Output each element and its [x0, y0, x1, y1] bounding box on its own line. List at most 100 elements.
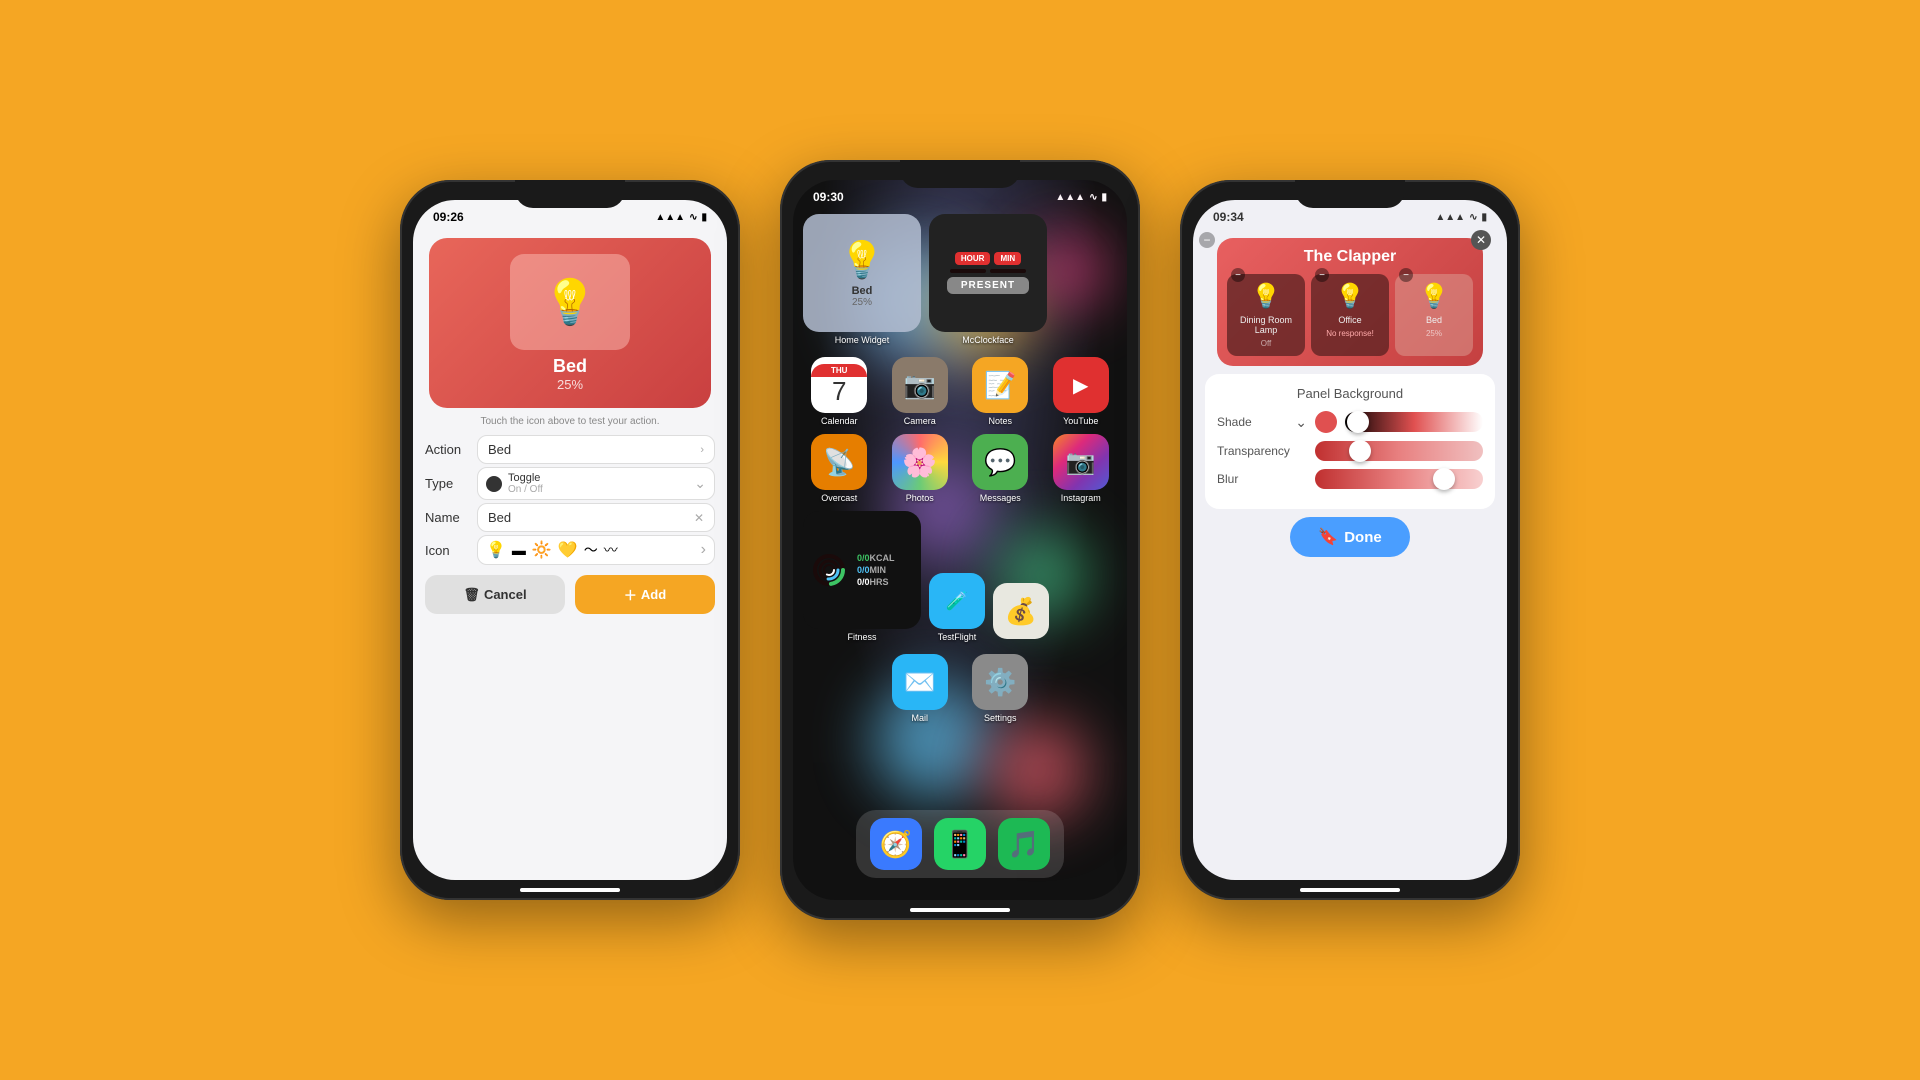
shade-label: Shade	[1217, 415, 1291, 429]
camera-icon: 📷	[904, 370, 936, 401]
safari-dock-icon[interactable]: 🧭	[870, 818, 922, 870]
touch-hint: Touch the icon above to test your action…	[413, 416, 727, 427]
action-input[interactable]: Bed ›	[477, 435, 715, 464]
clapper-wrapper: − ✕ The Clapper − 💡 Dining Room Lamp Off	[1205, 238, 1495, 366]
light-inner-card: 💡	[510, 254, 630, 350]
phone-3-screen: 09:34 ▲▲▲ ∿ ▮ − ✕ The Clapper −	[1193, 200, 1507, 880]
notes-app-label: Notes	[988, 416, 1012, 426]
clapper-lights-row: − 💡 Dining Room Lamp Off − 💡 Office No r…	[1227, 274, 1473, 356]
transparency-slider-thumb[interactable]	[1349, 440, 1371, 462]
wifi-icon-2: ∿	[1089, 192, 1097, 203]
bed-percent: 25%	[557, 377, 583, 392]
type-input[interactable]: Toggle On / Off ⌄	[477, 467, 715, 500]
home-indicator-2	[910, 908, 1010, 912]
shade-slider-thumb[interactable]	[1347, 411, 1369, 433]
calendar-day-num: 7	[832, 377, 846, 406]
notes-icon-box: 📝	[972, 357, 1028, 413]
calendar-icon-box: THU 7	[811, 357, 867, 413]
whatsapp-dock-icon[interactable]: 📱	[934, 818, 986, 870]
instagram-icon: 📷	[1066, 448, 1096, 477]
whatsapp-icon: 📱	[944, 829, 976, 860]
battery-icon-1: ▮	[701, 212, 707, 223]
cancel-button[interactable]: 🗑 Cancel	[425, 575, 565, 614]
icon-selector[interactable]: 💡 ▬ 🔆 💛 〜 〰 ›	[477, 535, 715, 565]
fitness-widget[interactable]: 0/0KCAL 0/0MIN 0/0HRS	[803, 511, 921, 629]
bed-widget-label: Home Widget	[835, 335, 890, 345]
instagram-icon-box: 📷	[1053, 434, 1109, 490]
icon-opt-dim[interactable]: 〜	[584, 540, 598, 560]
money-icon-box: 💰	[993, 583, 1049, 639]
app-overcast[interactable]: 📡 Overcast	[803, 434, 876, 503]
panel-close-button[interactable]: ✕	[1471, 230, 1491, 250]
messages-app-label: Messages	[980, 493, 1021, 503]
dock-bar: 🧭 📱 🎵	[856, 810, 1064, 878]
mail-icon: ✉️	[904, 667, 936, 698]
bed-home-widget[interactable]: 💡 Bed 25%	[803, 214, 921, 332]
time-3: 09:34	[1213, 210, 1244, 224]
shade-chevron-icon[interactable]: ⌄	[1295, 414, 1307, 431]
office-light[interactable]: − 💡 Office No response!	[1311, 274, 1389, 356]
fitness-stats: 0/0KCAL 0/0MIN 0/0HRS	[857, 551, 911, 589]
home-indicator-3	[1300, 888, 1400, 892]
fitness-widget-container[interactable]: 0/0KCAL 0/0MIN 0/0HRS Fitness	[803, 511, 921, 642]
done-button[interactable]: 🔖 Done	[1290, 517, 1409, 557]
blur-slider-track[interactable]	[1315, 469, 1483, 489]
name-clear-icon[interactable]: ✕	[694, 511, 704, 525]
transparency-slider-track[interactable]	[1315, 441, 1483, 461]
app-testflight[interactable]: 🧪 TestFlight	[929, 573, 985, 642]
shade-slider-track[interactable]	[1345, 412, 1483, 432]
app-mail[interactable]: ✉️ Mail	[884, 654, 957, 723]
outer-minus-button[interactable]: −	[1199, 232, 1215, 248]
type-label: Type	[425, 476, 469, 491]
icon-opt-bulb[interactable]: 💡	[486, 540, 506, 560]
camera-icon-box: 📷	[892, 357, 948, 413]
app-youtube[interactable]: ▶ YouTube	[1045, 357, 1118, 426]
bed-bulb-icon: 💡	[1419, 282, 1449, 311]
bg-panel: Panel Background Shade ⌄ Transparency	[1205, 374, 1495, 509]
dining-minus-button[interactable]: −	[1231, 268, 1245, 282]
photos-icon-box: 🌸	[892, 434, 948, 490]
dining-room-light[interactable]: − 💡 Dining Room Lamp Off	[1227, 274, 1305, 356]
bed-widget-container[interactable]: 💡 Bed 25% Home Widget	[803, 214, 921, 345]
light-widget-card[interactable]: 💡 Bed 25%	[429, 238, 711, 408]
clock-widget[interactable]: HOUR MIN PRESENT	[929, 214, 1047, 332]
clock-min	[990, 269, 1026, 273]
testflight-icon-box: 🧪	[929, 573, 985, 629]
mail-icon-box: ✉️	[892, 654, 948, 710]
app-settings[interactable]: ⚙️ Settings	[964, 654, 1037, 723]
name-row: Name Bed ✕	[425, 503, 715, 532]
shade-color-dot[interactable]	[1315, 411, 1337, 433]
app-money[interactable]: 💰	[993, 583, 1049, 642]
toggle-circle-icon	[486, 476, 502, 492]
settings-icon: ⚙️	[984, 667, 1016, 698]
photos-icon: 🌸	[902, 446, 937, 479]
icon-opt-strip[interactable]: ▬	[512, 542, 526, 558]
icon-opt-outline[interactable]: 🔆	[532, 540, 552, 560]
phone-3-notch	[1295, 180, 1405, 208]
bed-light[interactable]: − 💡 Bed 25%	[1395, 274, 1473, 356]
widget-row: 💡 Bed 25% Home Widget HOUR MIN	[793, 210, 1127, 349]
app-calendar[interactable]: THU 7 Calendar	[803, 357, 876, 426]
bed-minus-button[interactable]: −	[1399, 268, 1413, 282]
transparency-label: Transparency	[1217, 444, 1307, 458]
app-notes[interactable]: 📝 Notes	[964, 357, 1037, 426]
icon-opt-filled[interactable]: 💛	[558, 540, 578, 560]
app-photos[interactable]: 🌸 Photos	[884, 434, 957, 503]
status-icons-3: ▲▲▲ ∿ ▮	[1435, 212, 1487, 223]
photos-app-label: Photos	[906, 493, 934, 503]
testflight-app-label: TestFlight	[938, 632, 977, 642]
dining-room-name: Dining Room Lamp	[1231, 315, 1301, 335]
blur-slider-thumb[interactable]	[1433, 468, 1455, 490]
app-camera[interactable]: 📷 Camera	[884, 357, 957, 426]
app-messages[interactable]: 💬 Messages	[964, 434, 1037, 503]
clock-widget-container[interactable]: HOUR MIN PRESENT McClockface	[929, 214, 1047, 345]
mail-app-label: Mail	[911, 713, 928, 723]
bed-label: Bed	[553, 356, 587, 377]
name-input[interactable]: Bed ✕	[477, 503, 715, 532]
office-minus-button[interactable]: −	[1315, 268, 1329, 282]
phone-1-notch	[515, 180, 625, 208]
spotify-dock-icon[interactable]: 🎵	[998, 818, 1050, 870]
icon-opt-wave[interactable]: 〰	[604, 540, 618, 560]
app-instagram[interactable]: 📷 Instagram	[1045, 434, 1118, 503]
add-button[interactable]: ＋ Add	[575, 575, 715, 614]
